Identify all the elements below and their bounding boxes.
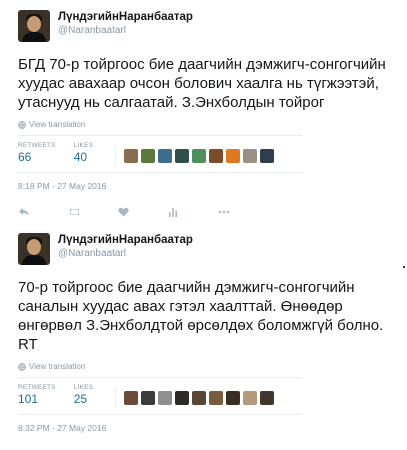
likes-label: LIKES	[73, 142, 94, 149]
author-username[interactable]: @Naranbaatarl	[58, 24, 193, 37]
avatar[interactable]	[18, 10, 50, 42]
like-button[interactable]	[118, 207, 168, 217]
tweet-text: 70-р тойргоос бие даагчийн дэмжигч-сонго…	[18, 279, 384, 353]
more-button[interactable]	[218, 210, 268, 214]
analytics-button[interactable]	[168, 207, 218, 217]
likes-label: LIKES	[73, 384, 94, 391]
tweet-header: ЛүндэгийнНаранбаатар @Naranbaatarl	[18, 233, 398, 271]
liker-avatar[interactable]	[209, 391, 224, 405]
likes-stat[interactable]: LIKES 25	[74, 384, 93, 407]
liker-avatar[interactable]	[124, 149, 139, 163]
liker-avatar[interactable]	[226, 149, 241, 163]
globe-icon	[18, 362, 26, 371]
liker-avatar[interactable]	[192, 391, 207, 405]
stray-mark	[403, 266, 405, 268]
liker-avatar[interactable]	[192, 149, 207, 163]
view-translation-link[interactable]: View translation	[18, 120, 398, 129]
retweets-stat[interactable]: RETWEETS 101	[18, 384, 56, 407]
liker-avatar[interactable]	[141, 391, 156, 405]
liker-avatar[interactable]	[175, 149, 190, 163]
tweet-text: БГД 70-р тойргоос бие даагчийн дэмжигч-с…	[18, 56, 386, 111]
avatar[interactable]	[18, 233, 50, 265]
author-fullname[interactable]: ЛүндэгийнНаранбаатар	[58, 234, 193, 247]
tweet-header: ЛүндэгийнНаранбаатар @Naranbaatarl	[18, 10, 398, 48]
tweet-stats: RETWEETS 66 LIKES 40	[18, 135, 302, 173]
analytics-icon	[169, 208, 177, 217]
author-fullname[interactable]: ЛүндэгийнНаранбаатар	[58, 11, 193, 24]
liker-avatar[interactable]	[226, 391, 241, 405]
tweet-stats: RETWEETS 101 LIKES 25	[18, 377, 302, 415]
retweet-icon	[68, 208, 81, 216]
tweet-actions	[18, 205, 398, 219]
liker-avatars	[115, 388, 277, 408]
likes-stat[interactable]: LIKES 40	[74, 142, 93, 165]
liker-avatar[interactable]	[175, 391, 190, 405]
liker-avatar[interactable]	[158, 391, 173, 405]
liker-avatar[interactable]	[141, 149, 156, 163]
likes-count: 25	[73, 392, 88, 406]
retweet-button[interactable]	[68, 207, 118, 217]
retweets-label: RETWEETS	[18, 384, 56, 391]
likes-count: 40	[73, 150, 88, 164]
retweets-stat[interactable]: RETWEETS 66	[18, 142, 56, 165]
tweet-card: ЛүндэгийнНаранбаатар @Naranbaatarl 70-р …	[18, 233, 398, 433]
view-translation-label: View translation	[29, 120, 86, 129]
liker-avatar[interactable]	[209, 149, 224, 163]
view-translation-label: View translation	[29, 362, 86, 371]
author-names: ЛүндэгийнНаранбаатар @Naranbaatarl	[58, 234, 193, 260]
globe-icon	[18, 120, 26, 129]
author-names: ЛүндэгийнНаранбаатар @Naranbaatarl	[58, 11, 193, 37]
liker-avatars	[115, 146, 277, 166]
liker-avatar[interactable]	[243, 391, 258, 405]
retweets-count: 101	[18, 392, 39, 406]
tweet-card: ЛүндэгийнНаранбаатар @Naranbaatarl БГД 7…	[18, 10, 398, 219]
more-icon	[218, 210, 230, 214]
heart-icon	[118, 207, 129, 217]
retweets-label: RETWEETS	[18, 142, 56, 149]
liker-avatar[interactable]	[260, 391, 275, 405]
reply-button[interactable]	[18, 207, 68, 217]
tweet-timestamp[interactable]: 8:18 PM - 27 May 2016	[18, 181, 398, 191]
liker-avatar[interactable]	[124, 391, 139, 405]
liker-avatar[interactable]	[260, 149, 275, 163]
tweet-timestamp[interactable]: 8:32 PM - 27 May 2016	[18, 423, 398, 433]
retweets-count: 66	[18, 150, 32, 164]
liker-avatar[interactable]	[158, 149, 173, 163]
liker-avatar[interactable]	[243, 149, 258, 163]
reply-icon	[19, 208, 29, 216]
view-translation-link[interactable]: View translation	[18, 362, 398, 371]
author-username[interactable]: @Naranbaatarl	[58, 247, 193, 260]
